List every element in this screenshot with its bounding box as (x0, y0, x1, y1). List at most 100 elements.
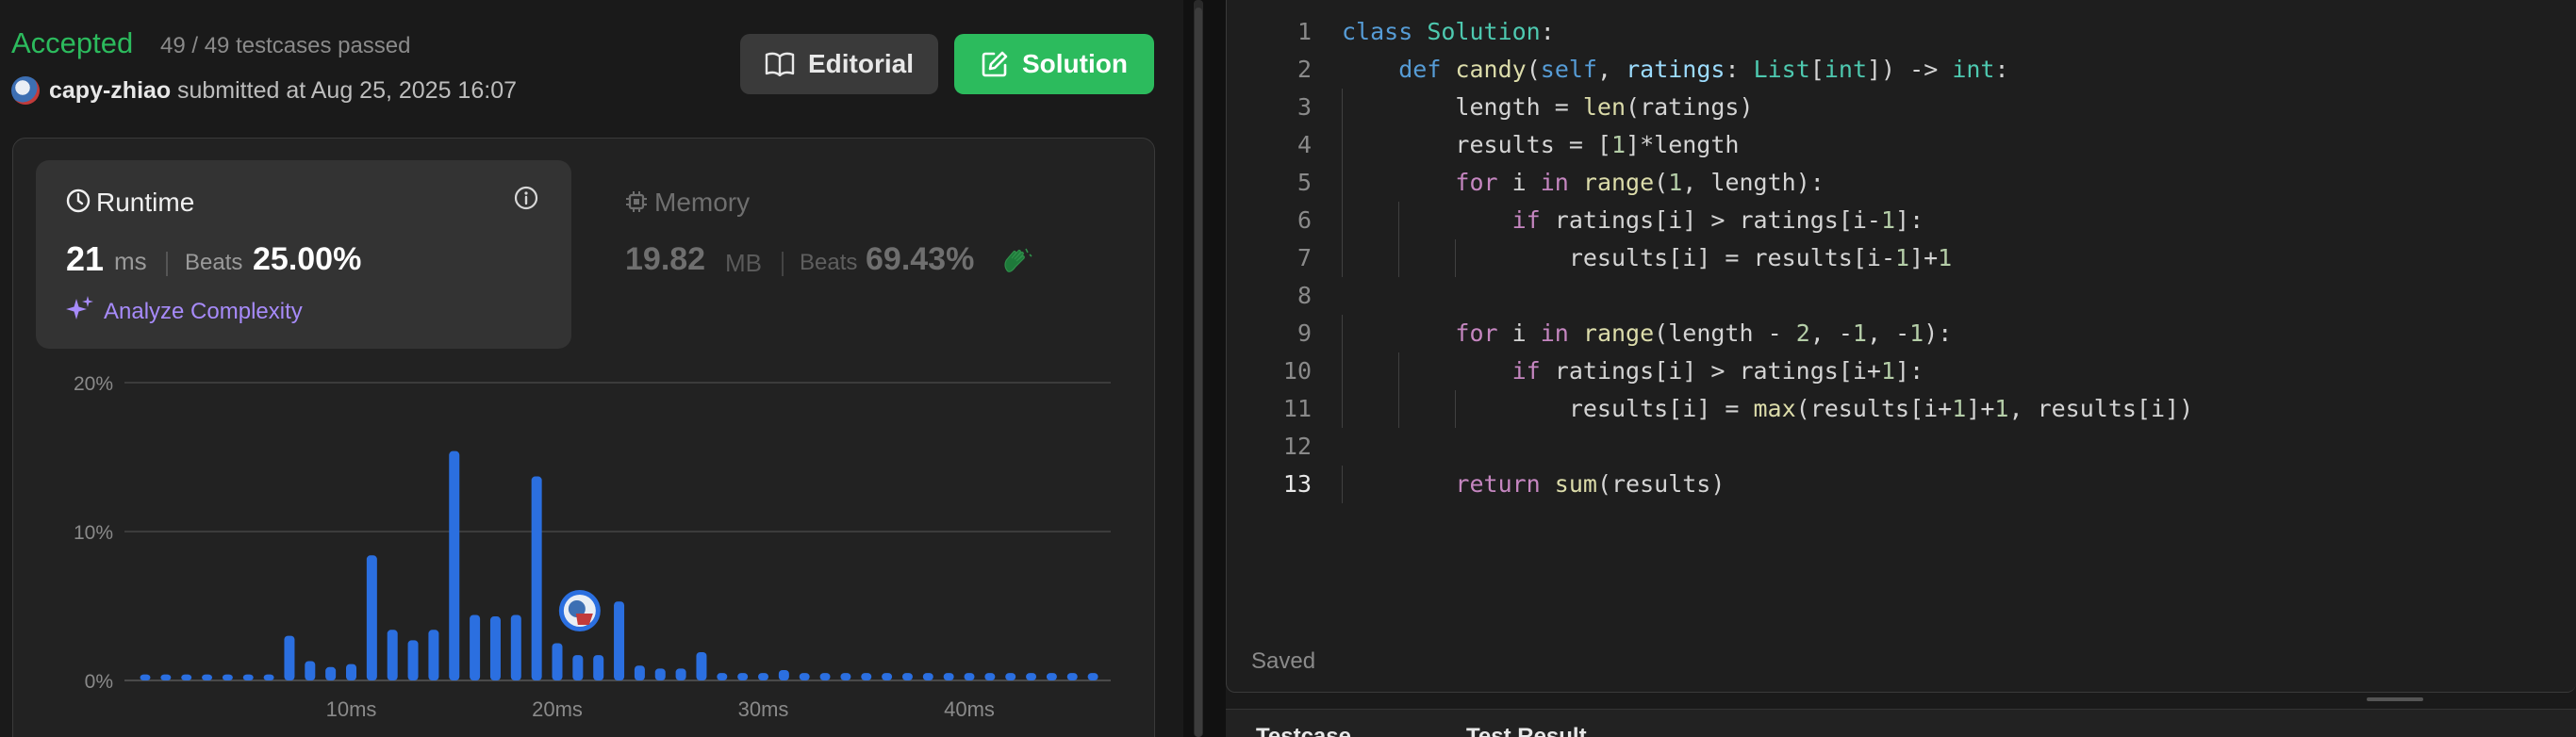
code-line[interactable]: 7 results[i] = results[i-1]+1 (1227, 239, 2576, 277)
chart-bar[interactable] (1005, 673, 1016, 680)
chart-bar[interactable] (489, 616, 501, 680)
indent-guide (1342, 89, 1343, 126)
code-editor[interactable]: 1 class Solution: 2 def candy(self, rating… (1226, 0, 2576, 693)
code-line[interactable]: 2 def candy(self, ratings: List[int]) ->… (1227, 51, 2576, 89)
tab-test-result[interactable]: Test Result (1466, 724, 1587, 737)
y-tick-label: 10% (74, 522, 113, 544)
code-line[interactable]: 8 (1227, 277, 2576, 315)
chart-bar[interactable] (531, 476, 542, 680)
chart-bar[interactable] (510, 614, 521, 680)
user-runtime-marker[interactable] (558, 590, 601, 631)
line-number: 11 (1282, 395, 1312, 422)
chart-bar[interactable] (346, 663, 356, 680)
code-line[interactable]: 6 if ratings[i] > ratings[i-1]: (1227, 202, 2576, 239)
chart-bar[interactable] (366, 555, 377, 680)
chart-bar[interactable] (1066, 673, 1078, 680)
line-number: 5 (1296, 169, 1312, 196)
chart-bar[interactable] (778, 669, 789, 680)
chart-bar[interactable] (861, 673, 872, 680)
chart-bar[interactable] (428, 630, 439, 680)
chart-bar[interactable] (1087, 673, 1098, 680)
chart-bar[interactable] (470, 614, 481, 680)
chart-bar[interactable] (634, 665, 645, 680)
memory-beats-value: 69.43% (866, 241, 975, 277)
chart-bar[interactable] (840, 673, 851, 680)
indent-guide (1342, 202, 1343, 239)
code-line[interactable]: 4 results = [1]*length (1227, 126, 2576, 164)
saved-status: Saved (1251, 648, 1316, 674)
chart-bar[interactable] (202, 674, 213, 680)
memory-value: 19.82 (625, 241, 706, 277)
code-line[interactable]: 5 for i in range(1, length): (1227, 164, 2576, 202)
chart-bar[interactable] (799, 673, 810, 680)
chart-bar[interactable] (593, 655, 604, 680)
line-number: 9 (1296, 319, 1312, 347)
indent-guide (1455, 239, 1457, 277)
chart-bar[interactable] (1046, 673, 1057, 680)
code-line[interactable]: 9 for i in range(length - 2, -1, -1): (1227, 315, 2576, 352)
chart-bar[interactable] (984, 673, 996, 680)
analyze-complexity-link[interactable]: Analyze Complexity (104, 299, 303, 325)
panel-resize-gutter[interactable] (1183, 0, 1226, 737)
chart-bar[interactable] (922, 673, 933, 680)
chart-y-ticks: 0% 10% 20% (74, 373, 113, 693)
chip-icon (626, 191, 647, 212)
submission-panel: Accepted 49 / 49 testcases passed capy-z… (0, 0, 1183, 737)
chart-bar[interactable] (1026, 673, 1037, 680)
indent-guide (1342, 352, 1343, 390)
chart-bar[interactable] (140, 674, 151, 680)
chart-bar[interactable] (284, 635, 295, 680)
memory-label[interactable]: Memory (654, 188, 750, 218)
chart-bar[interactable] (552, 643, 563, 681)
line-number: 1 (1296, 18, 1312, 45)
chart-bar[interactable] (696, 651, 707, 680)
chart-bar[interactable] (407, 640, 419, 680)
chart-bar[interactable] (325, 666, 337, 680)
line-number: 6 (1296, 206, 1312, 234)
runtime-unit: ms (114, 247, 147, 275)
code-line[interactable]: 11 results[i] = max(results[i+1]+1, resu… (1227, 390, 2576, 428)
submitted-at: submitted at Aug 25, 2025 16:07 (177, 77, 517, 104)
x-tick-label: 40ms (944, 697, 995, 721)
submitter-name[interactable]: capy-zhiao (49, 77, 171, 105)
runtime-distribution-chart[interactable]: 0% 10% 20% 10ms 20ms 30ms 40ms (38, 368, 1122, 737)
chart-bar[interactable] (181, 674, 192, 680)
resize-grip[interactable] (2367, 697, 2423, 701)
indent-guide (1342, 390, 1343, 428)
chart-bar[interactable] (572, 655, 584, 680)
editorial-button[interactable]: Editorial (740, 34, 938, 94)
code-line[interactable]: 10 if ratings[i] > ratings[i+1]: (1227, 352, 2576, 390)
code-line[interactable]: 3 length = len(ratings) (1227, 89, 2576, 126)
chart-bar[interactable] (263, 674, 274, 680)
chart-bar[interactable] (305, 661, 316, 680)
chart-bar[interactable] (943, 673, 954, 680)
chart-bar[interactable] (160, 674, 172, 680)
chart-bar[interactable] (449, 450, 460, 680)
chart-bar[interactable] (675, 668, 686, 680)
chart-bar[interactable] (717, 673, 728, 680)
scrollbar-thumb[interactable] (1195, 8, 1202, 737)
chart-bar[interactable] (882, 673, 893, 680)
chart-bar[interactable] (964, 673, 975, 680)
solution-button[interactable]: Solution (954, 34, 1154, 94)
x-tick-label: 10ms (326, 697, 377, 721)
chart-bar[interactable] (758, 673, 768, 680)
code-line[interactable]: 13 return sum(results) (1227, 466, 2576, 503)
clap-icon (1004, 248, 1032, 272)
chart-bar[interactable] (901, 673, 913, 680)
chart-bar[interactable] (222, 674, 233, 680)
chart-bar[interactable] (387, 630, 398, 680)
code-line[interactable]: 1 class Solution: (1227, 13, 2576, 51)
tab-testcase[interactable]: Testcase (1256, 724, 1351, 737)
code-text: def candy(self, ratings: List[int]) -> i… (1398, 56, 2009, 83)
chart-bar[interactable] (654, 668, 666, 680)
line-number: 8 (1296, 282, 1312, 309)
chart-bar[interactable] (242, 674, 254, 680)
info-icon[interactable] (513, 185, 539, 211)
chart-bar[interactable] (819, 673, 831, 680)
avatar[interactable] (11, 76, 40, 105)
chart-bar[interactable] (737, 673, 749, 680)
book-icon (765, 52, 795, 76)
code-line[interactable]: 12 (1227, 428, 2576, 466)
chart-bar[interactable] (614, 601, 625, 680)
